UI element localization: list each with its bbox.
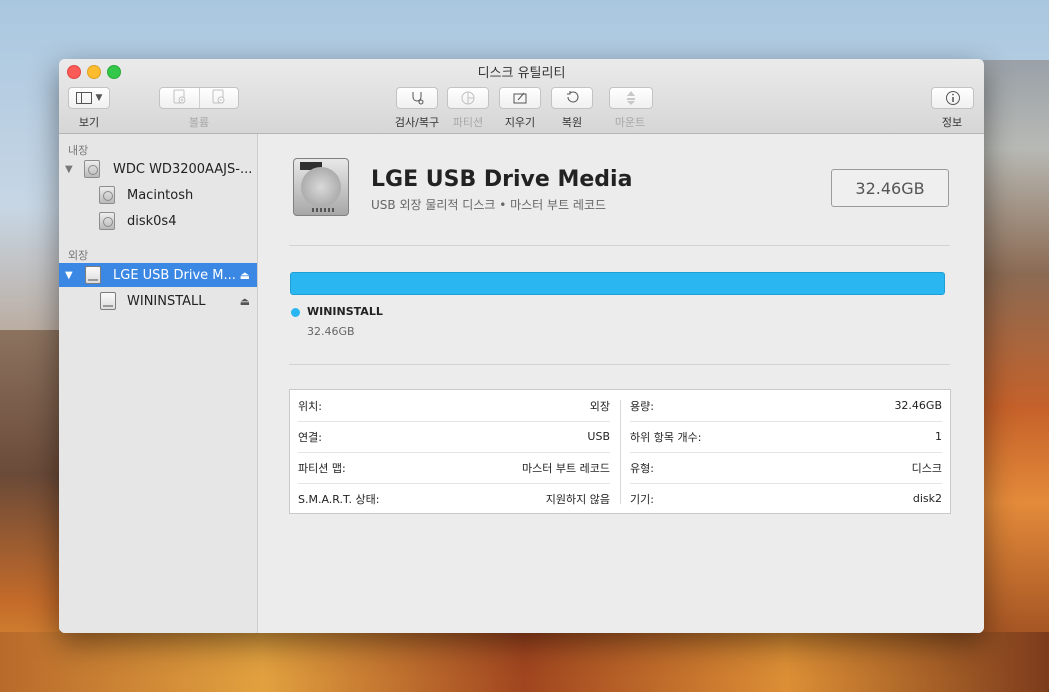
disclosure-triangle-icon[interactable]: ▼ (65, 164, 73, 175)
disk-utility-window: 디스크 유틸리티 ▼ 보기 볼륨 검사/복구 파티션 지우기 복원 마운트 정보… (59, 59, 984, 633)
info-key: 기기: (630, 492, 654, 506)
drive-subtitle: USB 외장 물리적 디스크 • 마스터 부트 레코드 (371, 198, 607, 212)
eraser-icon (513, 92, 527, 104)
erase-button[interactable] (499, 87, 541, 109)
info-value: 지원하지 않음 (545, 492, 610, 506)
info-row-location: 위치: 외장 (290, 390, 618, 421)
add-volume-icon[interactable] (173, 89, 187, 109)
info-key: 파티션 맵: (298, 461, 346, 475)
info-column-right: 용량: 32.46GB 하위 항목 개수: 1 유형: 디스크 기기: disk… (622, 390, 950, 513)
sidebar-item-label: disk0s4 (127, 213, 177, 229)
sidebar-item-label: Macintosh (127, 187, 194, 203)
info-row-device: 기기: disk2 (622, 483, 950, 514)
toolbar: 디스크 유틸리티 ▼ 보기 볼륨 검사/복구 파티션 지우기 복원 마운트 정보 (59, 59, 984, 134)
sidebar-item-wininstall[interactable]: WININSTALL ⏏ (59, 289, 257, 313)
volume-icon (99, 212, 115, 230)
hard-drive-large-icon (293, 158, 349, 216)
usb-drive-icon (85, 266, 101, 284)
info-key: 연결: (298, 430, 322, 444)
external-section-label: 외장 (68, 249, 89, 262)
hard-drive-icon (84, 160, 100, 178)
sidebar-item-label: LGE USB Drive M... (113, 267, 236, 283)
info-row-child-count: 하위 항목 개수: 1 (622, 421, 950, 452)
info-column-left: 위치: 외장 연결: USB 파티션 맵: 마스터 부트 레코드 S.M.A.R… (290, 390, 618, 513)
partition-color-dot (291, 308, 300, 317)
sidebar-item-disk0s4[interactable]: disk0s4 (59, 209, 257, 233)
desktop-wallpaper-right (983, 60, 1049, 692)
partition-name: WININSTALL (307, 305, 383, 318)
sidebar-item-lge-usb-drive[interactable]: ▼ LGE USB Drive M... ⏏ (59, 263, 257, 287)
info-row-type: 유형: 디스크 (622, 452, 950, 483)
partition-size: 32.46GB (307, 325, 355, 338)
info-value: 32.46GB (894, 399, 942, 412)
sidebar-item-label: WDC WD3200AAJS-... (113, 161, 253, 177)
info-table: 위치: 외장 연결: USB 파티션 맵: 마스터 부트 레코드 S.M.A.R… (289, 389, 951, 514)
stethoscope-icon (412, 92, 424, 105)
sidebar-item-wdc-disk[interactable]: ▼ WDC WD3200AAJS-... (59, 157, 257, 181)
volume-segment[interactable] (159, 87, 239, 109)
info-key: 유형: (630, 461, 654, 475)
disclosure-triangle-icon[interactable]: ▼ (65, 270, 73, 281)
volume-label: 볼륨 (188, 116, 210, 129)
info-key: S.M.A.R.T. 상태: (298, 492, 380, 506)
info-value: 디스크 (911, 461, 942, 475)
sidebar-item-macintosh[interactable]: Macintosh (59, 183, 257, 207)
eject-icon[interactable]: ⏏ (240, 269, 250, 282)
restore-button[interactable] (551, 87, 593, 109)
info-value: disk2 (912, 492, 942, 505)
volume-icon (99, 186, 115, 204)
sidebar: 내장 ▼ WDC WD3200AAJS-... Macintosh disk0s… (59, 134, 258, 633)
window-title: 디스크 유틸리티 (477, 66, 566, 81)
view-label: 보기 (78, 116, 100, 129)
info-value: 1 (935, 430, 942, 443)
first-aid-button[interactable] (396, 87, 438, 109)
info-row-capacity: 용량: 32.46GB (622, 390, 950, 421)
info-label: 정보 (941, 116, 963, 129)
capacity-badge: 32.46GB (831, 169, 949, 207)
pie-icon (461, 91, 475, 105)
divider (289, 364, 950, 365)
internal-section-label: 내장 (68, 144, 89, 157)
volume-icon (100, 292, 116, 310)
divider (289, 245, 950, 246)
column-separator (620, 400, 621, 504)
mount-icon (627, 91, 635, 105)
segment-divider (199, 88, 200, 108)
mount-button[interactable] (609, 87, 653, 109)
chevron-down-icon: ▼ (95, 93, 103, 103)
partition-button[interactable] (447, 87, 489, 109)
info-icon (945, 91, 960, 105)
info-key: 용량: (630, 399, 654, 413)
mount-label: 마운트 (614, 116, 646, 129)
sidebar-item-label: WININSTALL (127, 293, 206, 309)
drive-name: LGE USB Drive Media (371, 167, 633, 192)
desktop-wallpaper-bottom (0, 632, 1049, 692)
info-value: USB (587, 430, 610, 443)
info-row-connection: 연결: USB (290, 421, 618, 452)
info-row-smart-status: S.M.A.R.T. 상태: 지원하지 않음 (290, 483, 618, 514)
remove-volume-icon[interactable] (212, 89, 226, 109)
detail-pane: LGE USB Drive Media USB 외장 물리적 디스크 • 마스터… (258, 134, 984, 633)
info-value: 외장 (589, 399, 610, 413)
eject-icon[interactable]: ⏏ (240, 295, 250, 308)
info-row-partition-map: 파티션 맵: 마스터 부트 레코드 (290, 452, 618, 483)
info-button[interactable] (931, 87, 974, 109)
info-key: 하위 항목 개수: (630, 430, 702, 444)
sidebar-icon (75, 92, 92, 104)
usage-bar[interactable] (290, 272, 945, 295)
info-key: 위치: (298, 399, 322, 413)
restore-icon (567, 91, 579, 103)
view-button[interactable]: ▼ (68, 87, 110, 109)
info-value: 마스터 부트 레코드 (522, 461, 610, 475)
